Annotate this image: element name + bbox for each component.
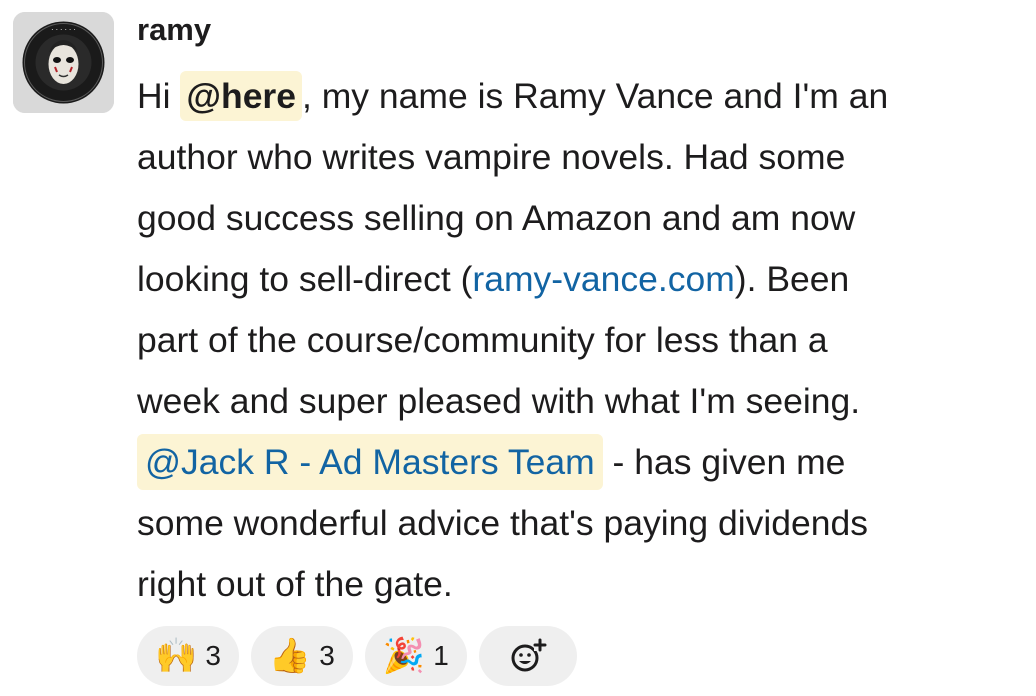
message-line: looking to sell-direct (ramy-vance.com).… <box>137 249 1017 310</box>
avatar-image: · · · · · · <box>13 12 114 113</box>
chat-message: · · · · · · ramy Hi @here, my name is Ra… <box>0 0 1036 696</box>
reaction-party-popper[interactable]: 🎉 1 <box>364 626 467 686</box>
reaction-count: 1 <box>433 640 449 671</box>
message-body: Hi @here, my name is Ramy Vance and I'm … <box>137 66 1017 615</box>
add-reaction-icon <box>511 638 547 672</box>
message-line: @Jack R - Ad Masters Team - has given me <box>137 432 1017 493</box>
website-link[interactable]: ramy-vance.com <box>472 259 734 299</box>
mention-here[interactable]: @here <box>180 71 302 121</box>
svg-text:· · · · · ·: · · · · · · <box>51 26 75 34</box>
text-segment: - has given me <box>602 442 846 482</box>
reaction-bar: 🙌 3 👍 3 🎉 1 <box>137 626 577 686</box>
text-segment: looking to sell-direct ( <box>137 259 473 299</box>
raised-hands-icon: 🙌 <box>155 637 198 675</box>
message-author[interactable]: ramy <box>137 14 214 45</box>
message-line: author who writes vampire novels. Had so… <box>137 137 846 177</box>
message-line: right out of the gate. <box>137 564 453 604</box>
avatar[interactable]: · · · · · · <box>13 12 114 113</box>
reaction-thumbs-up[interactable]: 👍 3 <box>250 626 353 686</box>
message-line: part of the course/community for less th… <box>137 320 828 360</box>
message-line: good success selling on Amazon and am no… <box>137 198 856 238</box>
add-reaction-button[interactable] <box>478 626 577 686</box>
reaction-raised-hands[interactable]: 🙌 3 <box>137 626 239 686</box>
mention-user[interactable]: @Jack R - Ad Masters Team <box>137 434 603 490</box>
text-segment: ). Been <box>734 259 850 299</box>
text-segment: , my name is Ramy Vance and I'm an <box>302 76 889 116</box>
reaction-count: 3 <box>319 640 335 671</box>
text-segment: Hi <box>137 76 181 116</box>
message-line: Hi @here, my name is Ramy Vance and I'm … <box>137 66 1017 127</box>
party-popper-icon: 🎉 <box>382 637 426 675</box>
reaction-count: 3 <box>205 640 221 671</box>
message-line: some wonderful advice that's paying divi… <box>137 503 869 543</box>
thumbs-up-icon: 👍 <box>268 637 312 675</box>
message-line: week and super pleased with what I'm see… <box>137 381 861 421</box>
